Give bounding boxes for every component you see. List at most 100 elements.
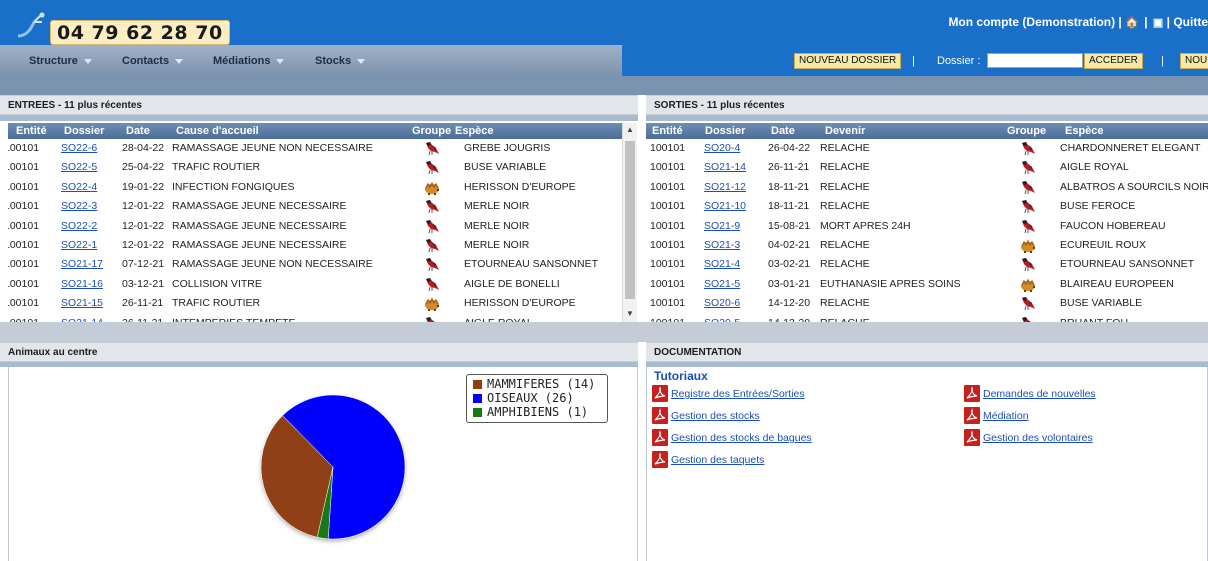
col-date[interactable]: Date <box>771 125 795 137</box>
legend-swatch <box>473 394 482 403</box>
doc-link-label[interactable]: Gestion des stocks <box>671 410 760 422</box>
entite-cell: 100101 <box>8 277 40 290</box>
hedgehog-icon <box>1019 276 1037 293</box>
table-row[interactable]: 100101SO21-1426-11-21INTEMPERIES TEMPETE… <box>8 314 622 322</box>
table-row[interactable]: 100101SO20-514-12-20RELACHEBRUANT FOU <box>646 314 1208 322</box>
col-dossier[interactable]: Dossier <box>64 125 104 137</box>
table-row[interactable]: 100101 SO20-4 26-04-22 RELACHE CHARDONNERET … <box>646 139 1208 158</box>
cause-cell: INFECTION FONGIQUES <box>172 180 295 193</box>
table-row[interactable]: 100101 SO21-10 18-11-21 RELACHE BUSE FEROCE <box>646 197 1208 216</box>
col-espece[interactable]: Espèce <box>1065 125 1104 137</box>
menu-contacts[interactable]: Contacts <box>122 55 184 67</box>
table-row[interactable]: 100101 SO21-12 18-11-21 RELACHE ALBATROS A S… <box>646 178 1208 197</box>
doc-link[interactable]: Gestion des stocks <box>652 407 952 425</box>
table-row[interactable]: 100101 SO21-15 26-11-21 TRAFIC ROUTIER HERIS… <box>8 294 622 313</box>
entrees-table-body[interactable]: 100101 SO22-6 28-04-22 RAMASSAGE JEUNE NON … <box>8 139 622 322</box>
doc-link[interactable]: Médiation <box>964 407 1204 425</box>
dossier-cell: SO21-3 <box>704 239 740 251</box>
entrees-scrollbar[interactable]: ▲ ▼ <box>622 123 637 322</box>
entite-cell: 100101 <box>650 277 686 290</box>
dossier-link[interactable]: SO22-1 <box>61 239 97 251</box>
dossier-input[interactable] <box>987 53 1083 68</box>
hedgehog-icon <box>1019 237 1037 254</box>
pdf-icon <box>964 429 980 446</box>
doc-link-label[interactable]: Demandes de nouvelles <box>983 388 1096 400</box>
table-row[interactable]: 100101 SO21-3 04-02-21 RELACHE ECUREUIL ROUX <box>646 236 1208 255</box>
col-entite[interactable]: Entité <box>652 125 683 137</box>
dossier-link[interactable]: SO20-4 <box>704 142 740 154</box>
col-date[interactable]: Date <box>126 125 150 137</box>
dossier-link[interactable]: SO22-6 <box>61 142 97 154</box>
table-row[interactable]: 100101 SO20-6 14-12-20 RELACHE BUSE VARIABLE <box>646 294 1208 313</box>
espece-cell: ETOURNEAU SANSONNET <box>1060 258 1194 271</box>
home-icon[interactable]: 🏠 <box>1125 16 1139 29</box>
scroll-up-icon[interactable]: ▲ <box>626 125 634 134</box>
table-row[interactable]: 100101 SO22-5 25-04-22 TRAFIC ROUTIER BUSE V… <box>8 158 622 177</box>
new-button[interactable]: NOU <box>1180 53 1208 69</box>
pdf-icon <box>652 429 668 446</box>
table-row[interactable]: 100101 SO22-2 12-01-22 RAMASSAGE JEUNE NECE… <box>8 217 622 236</box>
dossier-link[interactable]: SO22-4 <box>61 181 97 193</box>
doc-link[interactable]: Gestion des taquets <box>652 451 952 469</box>
legend-swatch <box>473 380 482 389</box>
table-row[interactable]: 100101 SO22-6 28-04-22 RAMASSAGE JEUNE NON … <box>8 139 622 158</box>
dossier-link[interactable]: SO21-9 <box>704 220 740 232</box>
table-row[interactable]: 100101 SO21-9 15-08-21 MORT APRES 24H FAUCON… <box>646 217 1208 236</box>
col-groupe[interactable]: Groupe <box>412 125 451 137</box>
doc-link[interactable]: Demandes de nouvelles <box>964 385 1204 403</box>
dossier-link[interactable]: SO21-12 <box>704 181 746 193</box>
dossier-link[interactable]: SO21-5 <box>704 278 740 290</box>
doc-link[interactable]: Registre des Entrées/Sorties <box>652 385 952 403</box>
dossier-link[interactable]: SO21-4 <box>704 258 740 270</box>
col-dossier[interactable]: Dossier <box>705 125 745 137</box>
devenir-cell: RELACHE <box>820 297 870 310</box>
espece-cell: ETOURNEAU SANSONNET <box>464 258 598 271</box>
espece-cell: MERLE NOIR <box>464 200 530 213</box>
col-devenir[interactable]: Devenir <box>825 125 865 137</box>
account-link[interactable]: Mon compte (Demonstration) | <box>948 15 1121 29</box>
dossier-link[interactable]: SO21-14 <box>704 161 746 173</box>
dossier-link[interactable]: SO21-16 <box>61 278 103 290</box>
dossier-link[interactable]: SO22-2 <box>61 220 97 232</box>
doc-link[interactable]: Gestion des volontaires <box>964 429 1204 447</box>
dossier-link[interactable]: SO21-17 <box>61 258 103 270</box>
entite-cell: 100101 <box>650 200 686 213</box>
access-button[interactable]: ACCEDER <box>1084 53 1143 69</box>
col-groupe[interactable]: Groupe <box>1007 125 1046 137</box>
cause-cell: RAMASSAGE JEUNE NON NECESSAIRE <box>172 258 373 271</box>
dossier-link[interactable]: SO20-6 <box>704 297 740 309</box>
sorties-table-body[interactable]: 100101 SO20-4 26-04-22 RELACHE CHARDONNERET … <box>646 139 1208 322</box>
dossier-link[interactable]: SO21-3 <box>704 239 740 251</box>
quit-link[interactable]: | Quitte <box>1167 15 1208 29</box>
col-espece[interactable]: Espèce <box>455 125 494 137</box>
menu-mediations[interactable]: Médiations <box>213 55 285 67</box>
scroll-thumb[interactable] <box>625 141 635 299</box>
doc-link[interactable]: Gestion des stocks de bagues <box>652 429 952 447</box>
nav-bar: Structure Contacts Médiations Stocks NOU… <box>0 45 1208 76</box>
doc-link-label[interactable]: Médiation <box>983 410 1029 422</box>
table-row[interactable]: 100101 SO21-5 03-01-21 EUTHANASIE APRES SOI… <box>646 275 1208 294</box>
scroll-down-icon[interactable]: ▼ <box>626 309 634 318</box>
new-folder-button[interactable]: NOUVEAU DOSSIER <box>794 53 902 69</box>
dossier-link[interactable]: SO22-3 <box>61 200 97 212</box>
dossier-link[interactable]: SO21-10 <box>704 200 746 212</box>
doc-link-label[interactable]: Gestion des volontaires <box>983 432 1093 444</box>
dossier-link[interactable]: SO21-15 <box>61 297 103 309</box>
table-row[interactable]: 100101 SO21-16 03-12-21 COLLISION VITRE AIGL… <box>8 275 622 294</box>
doc-link-label[interactable]: Registre des Entrées/Sorties <box>671 388 805 400</box>
menu-stocks[interactable]: Stocks <box>315 55 366 67</box>
col-entite[interactable]: Entité <box>16 125 47 137</box>
col-cause[interactable]: Cause d'accueil <box>176 125 259 137</box>
print-icon[interactable]: ▣ <box>1153 16 1163 29</box>
menu-structure[interactable]: Structure <box>29 55 92 67</box>
table-row[interactable]: 100101 SO21-14 26-11-21 RELACHE AIGLE ROYAL <box>646 158 1208 177</box>
table-row[interactable]: 100101 SO21-4 03-02-21 RELACHE ETOURNEAU SAN… <box>646 255 1208 274</box>
table-row[interactable]: 100101 SO22-4 19-01-22 INFECTION FONGIQUES H… <box>8 178 622 197</box>
table-row[interactable]: 100101 SO22-1 12-01-22 RAMASSAGE JEUNE NECE… <box>8 236 622 255</box>
table-row[interactable]: 100101 SO22-3 12-01-22 RAMASSAGE JEUNE NECE… <box>8 197 622 216</box>
menu-label: Médiations <box>213 55 271 67</box>
doc-link-label[interactable]: Gestion des taquets <box>671 454 764 466</box>
dossier-link[interactable]: SO22-5 <box>61 161 97 173</box>
table-row[interactable]: 100101 SO21-17 07-12-21 RAMASSAGE JEUNE NON… <box>8 255 622 274</box>
doc-link-label[interactable]: Gestion des stocks de bagues <box>671 432 812 444</box>
